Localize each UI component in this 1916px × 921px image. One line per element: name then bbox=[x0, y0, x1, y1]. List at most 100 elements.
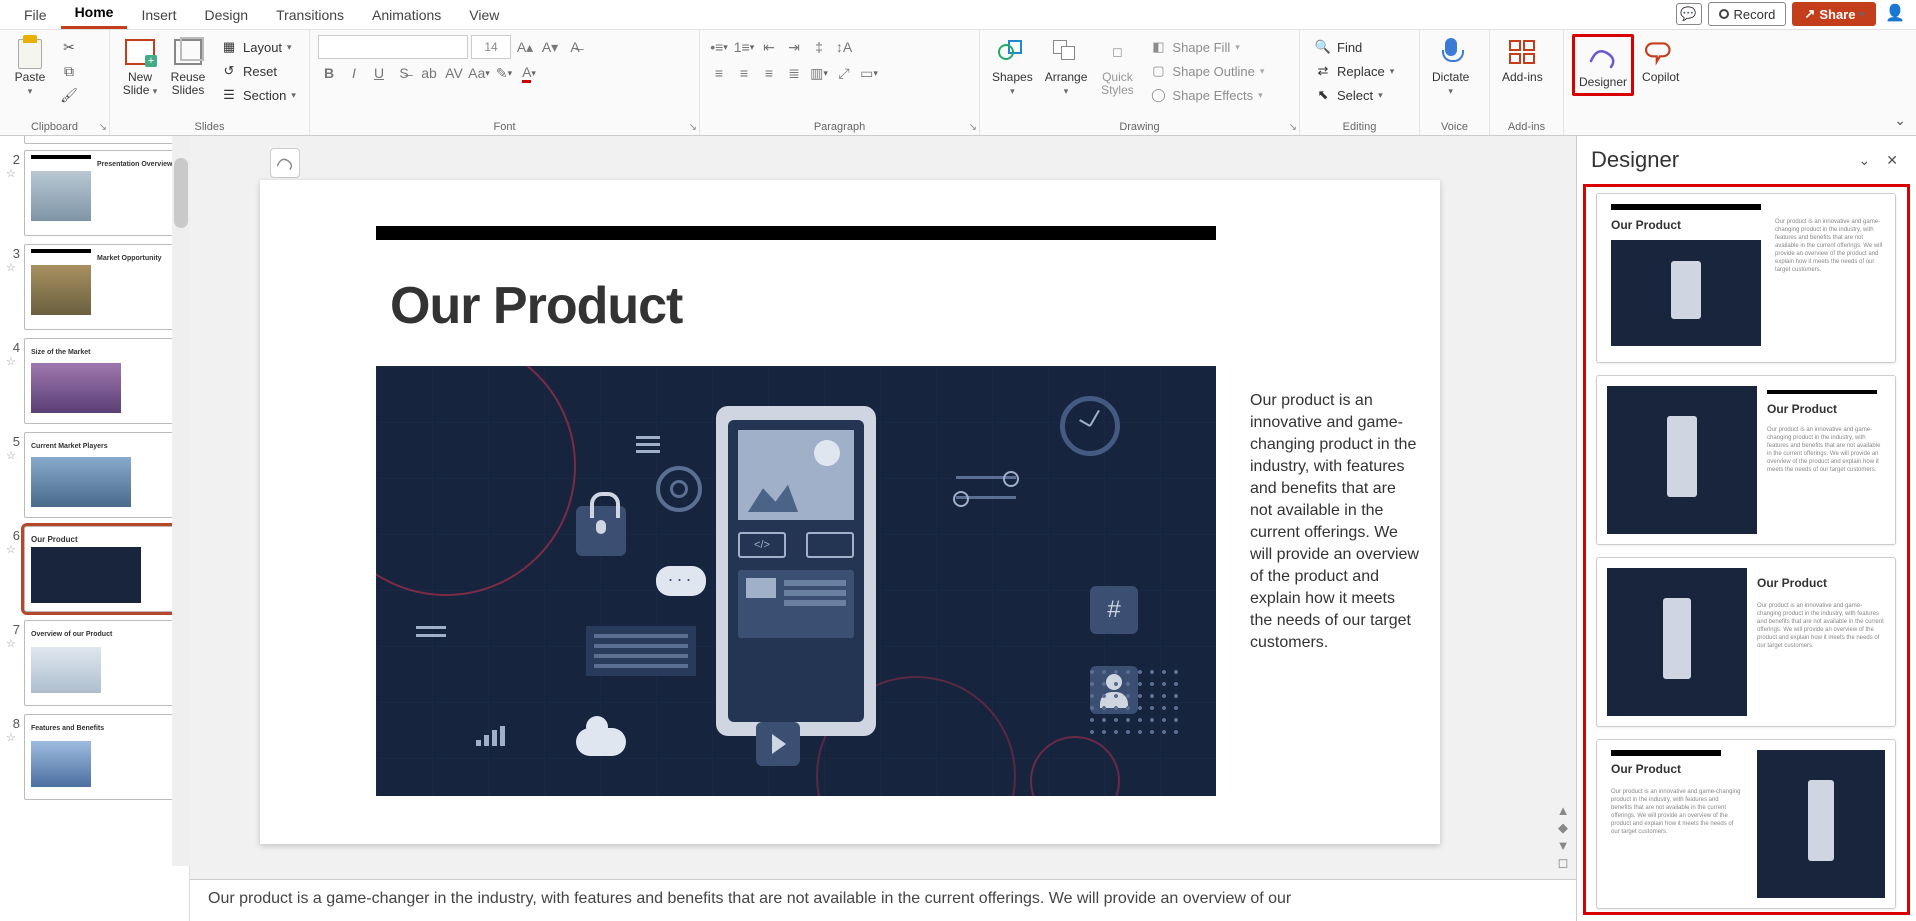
shadow-button[interactable]: ab bbox=[418, 62, 440, 84]
copilot-button[interactable]: Copilot bbox=[1638, 34, 1683, 86]
slider-icon bbox=[956, 476, 1016, 479]
decrease-font-button[interactable]: A▾ bbox=[539, 36, 561, 58]
slide-thumb-8[interactable]: Features and Benefits bbox=[24, 714, 176, 800]
designer-collapse-button[interactable]: ⌄ bbox=[1855, 148, 1875, 173]
suggestion-title: Our Product bbox=[1611, 762, 1681, 776]
slide-thumb-5[interactable]: Current Market Players bbox=[24, 432, 176, 518]
line-spacing-button[interactable]: ‡ bbox=[808, 36, 830, 58]
reuse-slides-button[interactable]: Reuse Slides bbox=[166, 34, 210, 99]
slide-body-text[interactable]: Our product is an innovative and game-ch… bbox=[1250, 390, 1420, 654]
shapes-button[interactable]: Shapes▾ bbox=[988, 34, 1037, 100]
text-direction-button[interactable]: ↕A bbox=[833, 36, 855, 58]
designer-icon bbox=[1587, 41, 1619, 73]
quick-styles-button[interactable]: ◻ Quick Styles bbox=[1095, 34, 1139, 99]
slide-thumb-3[interactable]: Market Opportunity bbox=[24, 244, 176, 330]
slide-title[interactable]: Our Product bbox=[390, 276, 682, 336]
columns-button[interactable]: ▥▾ bbox=[808, 62, 830, 84]
reset-button[interactable]: ↺Reset bbox=[214, 60, 302, 82]
paragraph-launcher[interactable]: ↘ bbox=[969, 122, 977, 133]
tab-insert[interactable]: Insert bbox=[127, 1, 190, 29]
strikethrough-button[interactable]: S̶ bbox=[393, 62, 415, 84]
slide-editor[interactable]: Our Product # bbox=[260, 180, 1440, 844]
arrange-button[interactable]: Arrange▾ bbox=[1041, 34, 1092, 100]
find-button[interactable]: 🔍Find bbox=[1308, 36, 1411, 58]
align-text-button[interactable]: ⤢ bbox=[833, 62, 855, 84]
select-button[interactable]: ⬉Select▾ bbox=[1308, 84, 1411, 106]
tab-design[interactable]: Design bbox=[190, 1, 262, 29]
fit-down-icon[interactable]: ▼ bbox=[1557, 838, 1570, 853]
notes-pane[interactable]: Our product is a game-changer in the ind… bbox=[190, 879, 1576, 921]
section-button[interactable]: ☰Section▾ bbox=[214, 84, 302, 106]
design-suggestion-4[interactable]: Our Product Our product is an innovative… bbox=[1596, 739, 1896, 909]
share-button[interactable]: ↗ Share ▾ bbox=[1792, 2, 1876, 26]
increase-font-button[interactable]: A▴ bbox=[514, 36, 536, 58]
design-ideas-float-button[interactable] bbox=[270, 148, 300, 178]
char-spacing-button[interactable]: AV bbox=[443, 62, 465, 84]
fit-diamond-icon[interactable]: ◆ bbox=[1558, 820, 1568, 836]
increase-indent-button[interactable]: ⇥ bbox=[783, 36, 805, 58]
tab-transitions[interactable]: Transitions bbox=[262, 1, 358, 29]
replace-button[interactable]: ⇄Replace▾ bbox=[1308, 60, 1411, 82]
fit-reset-icon[interactable]: ◻ bbox=[1558, 855, 1569, 871]
designer-button[interactable]: Designer bbox=[1572, 34, 1634, 96]
font-color-button[interactable]: A▾ bbox=[518, 62, 540, 84]
tab-home[interactable]: Home bbox=[61, 0, 128, 29]
highlight-button[interactable]: ✎▾ bbox=[493, 62, 515, 84]
record-icon bbox=[1719, 9, 1729, 19]
shape-fill-button[interactable]: ◧Shape Fill▾ bbox=[1143, 36, 1270, 58]
fit-up-icon[interactable]: ▲ bbox=[1557, 803, 1570, 818]
align-left-button[interactable]: ≡ bbox=[708, 62, 730, 84]
align-center-button[interactable]: ≡ bbox=[733, 62, 755, 84]
cut-button[interactable]: ✂ bbox=[56, 36, 82, 58]
tab-animations[interactable]: Animations bbox=[358, 1, 455, 29]
record-button[interactable]: Record bbox=[1708, 2, 1787, 26]
designer-close-button[interactable]: ✕ bbox=[1882, 148, 1902, 173]
shape-effects-button[interactable]: ◯Shape Effects▾ bbox=[1143, 84, 1270, 106]
clear-formatting-button[interactable]: A̶ bbox=[564, 36, 586, 58]
copy-button[interactable]: ⧉ bbox=[56, 60, 82, 82]
change-case-button[interactable]: Aa▾ bbox=[468, 62, 490, 84]
align-right-button[interactable]: ≡ bbox=[758, 62, 780, 84]
smartart-button[interactable]: ▭▾ bbox=[858, 62, 880, 84]
new-slide-button[interactable]: + New Slide ▾ bbox=[118, 34, 162, 100]
italic-button[interactable]: I bbox=[343, 62, 365, 84]
slide-thumb-2[interactable]: Presentation Overview bbox=[24, 150, 176, 236]
dictate-button[interactable]: Dictate▾ bbox=[1428, 34, 1473, 100]
font-family-combo[interactable] bbox=[318, 35, 468, 59]
addins-button[interactable]: Add-ins bbox=[1498, 34, 1547, 86]
bullets-button[interactable]: •≡▾ bbox=[708, 36, 730, 58]
numbering-button[interactable]: 1≡▾ bbox=[733, 36, 755, 58]
slide-hero-image[interactable]: # bbox=[376, 366, 1216, 796]
font-launcher[interactable]: ↘ bbox=[689, 122, 697, 133]
user-avatar[interactable]: 👤 bbox=[1882, 3, 1908, 25]
tab-view[interactable]: View bbox=[455, 1, 513, 29]
decrease-indent-button[interactable]: ⇤ bbox=[758, 36, 780, 58]
layout-button[interactable]: ▦Layout▾ bbox=[214, 36, 302, 58]
underline-button[interactable]: U bbox=[368, 62, 390, 84]
copilot-icon bbox=[1645, 36, 1677, 68]
font-size-combo[interactable]: 14 bbox=[471, 35, 511, 59]
thumb-partial-prev[interactable] bbox=[24, 136, 176, 144]
slide-thumb-4[interactable]: Size of the Market bbox=[24, 338, 176, 424]
collapse-ribbon-button[interactable]: ⌄ bbox=[1894, 112, 1906, 129]
shape-outline-button[interactable]: ▢Shape Outline▾ bbox=[1143, 60, 1270, 82]
bold-button[interactable]: B bbox=[318, 62, 340, 84]
slide-thumb-6[interactable]: Our Product bbox=[24, 526, 176, 612]
design-suggestion-3[interactable]: Our Product Our product is an innovative… bbox=[1596, 557, 1896, 727]
thumb-scrollbar[interactable] bbox=[172, 136, 190, 866]
slide-thumb-7[interactable]: Overview of our Product bbox=[24, 620, 176, 706]
tab-file[interactable]: File bbox=[10, 1, 61, 29]
paste-button[interactable]: Paste▾ bbox=[8, 34, 52, 100]
design-suggestion-1[interactable]: Our Product Our product is an innovative… bbox=[1596, 193, 1896, 363]
suggestion-text: Our product is an innovative and game-ch… bbox=[1611, 788, 1741, 836]
comments-button[interactable]: 💬 bbox=[1676, 3, 1702, 25]
slide-fit-controls[interactable]: ▲ ◆ ▼ ◻ bbox=[1554, 803, 1572, 871]
dots-decoration bbox=[1086, 666, 1186, 736]
justify-button[interactable]: ≣ bbox=[783, 62, 805, 84]
format-painter-button[interactable]: 🖌 bbox=[56, 84, 82, 106]
slide-thumbnail-pane[interactable]: 2☆ Presentation Overview 3☆ Market Oppor… bbox=[0, 136, 190, 921]
design-suggestion-2[interactable]: Our Product Our product is an innovative… bbox=[1596, 375, 1896, 545]
thumb-title: Size of the Market bbox=[31, 349, 91, 356]
drawing-launcher[interactable]: ↘ bbox=[1289, 122, 1297, 133]
clipboard-launcher[interactable]: ↘ bbox=[99, 122, 107, 133]
